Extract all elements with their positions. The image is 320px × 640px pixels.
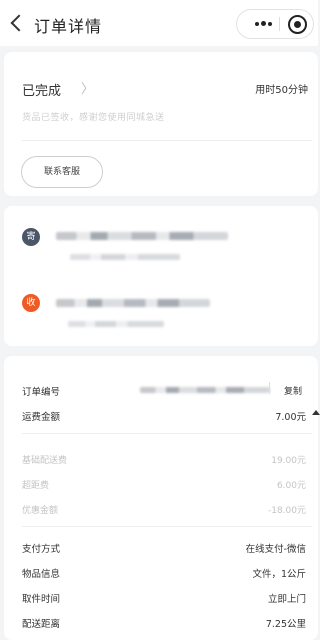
order-number-row: 订单编号 复制 xyxy=(22,382,306,398)
sender-badge: 寄 xyxy=(22,228,40,246)
discount-row: 优惠金额 -18.00元 xyxy=(22,501,306,517)
delivery-hint: 货品已签收，感谢您使用同城急送 xyxy=(22,113,165,123)
discount-value: -18.00元 xyxy=(267,506,306,516)
chevron-right-icon[interactable]: 〉 xyxy=(81,78,94,97)
order-details-card: 订单编号 复制 运费金额 7.00元 基础配送费 19.00元 超距费 6.00… xyxy=(4,356,320,640)
order-status-card: 已完成 〉 用时50分钟 货品已签收，感谢您使用同城急送 联系客服 xyxy=(4,52,318,196)
receiver-badge: 收 xyxy=(22,294,40,312)
order-status[interactable]: 已完成 xyxy=(22,80,61,99)
divider xyxy=(22,140,312,141)
divider xyxy=(22,433,312,434)
distance-fee-row: 超距费 6.00元 xyxy=(22,476,306,492)
order-number-blurred xyxy=(140,387,270,393)
copy-button[interactable]: 复制 xyxy=(284,384,302,397)
distance-fee-label: 超距费 xyxy=(22,481,50,491)
distance-value: 7.25公里 xyxy=(265,619,306,630)
fee-label: 运费金额 xyxy=(22,412,61,423)
discount-label: 优惠金额 xyxy=(22,506,59,516)
capsule-divider xyxy=(279,17,280,31)
goods-row: 物品信息 文件，1公斤 xyxy=(22,564,306,580)
base-fee-label: 基础配送费 xyxy=(22,456,68,466)
pickup-row: 取件时间 立即上门 xyxy=(22,589,306,605)
order-number-label: 订单编号 xyxy=(22,387,61,398)
contact-service-button[interactable]: 联系客服 xyxy=(21,156,103,188)
distance-label: 配送距离 xyxy=(22,619,61,630)
base-fee-row: 基础配送费 19.00元 xyxy=(22,451,306,467)
goods-value: 文件，1公斤 xyxy=(252,569,306,580)
goods-label: 物品信息 xyxy=(22,569,61,580)
caret-up-icon[interactable] xyxy=(312,410,320,415)
base-fee-value: 19.00元 xyxy=(271,456,306,466)
fee-value: 7.00元 xyxy=(275,412,306,423)
mini-program-capsule xyxy=(236,9,314,39)
payment-value: 在线支付-微信 xyxy=(245,544,306,555)
copy-divider xyxy=(269,382,270,394)
sender-info-blurred xyxy=(56,232,228,240)
fee-row[interactable]: 运费金额 7.00元 xyxy=(22,407,306,423)
nav-bar: 订单详情 xyxy=(0,0,318,46)
distance-row: 配送距离 7.25公里 xyxy=(22,614,306,630)
payment-row: 支付方式 在线支付-微信 xyxy=(22,539,306,555)
distance-fee-value: 6.00元 xyxy=(276,481,306,491)
receiver-address-blurred xyxy=(68,321,164,327)
address-card: 寄 收 xyxy=(4,206,318,346)
receiver-info-blurred xyxy=(56,299,210,307)
divider xyxy=(22,526,312,527)
sender-address-blurred xyxy=(70,254,180,260)
pickup-label: 取件时间 xyxy=(22,594,61,605)
chevron-left-icon[interactable] xyxy=(8,12,28,34)
target-icon[interactable] xyxy=(288,15,307,34)
pickup-value: 立即上门 xyxy=(267,594,306,605)
elapsed-time: 用时50分钟 xyxy=(255,85,308,96)
payment-label: 支付方式 xyxy=(22,544,61,555)
page-title: 订单详情 xyxy=(34,17,103,36)
more-dots-icon[interactable] xyxy=(247,10,281,38)
